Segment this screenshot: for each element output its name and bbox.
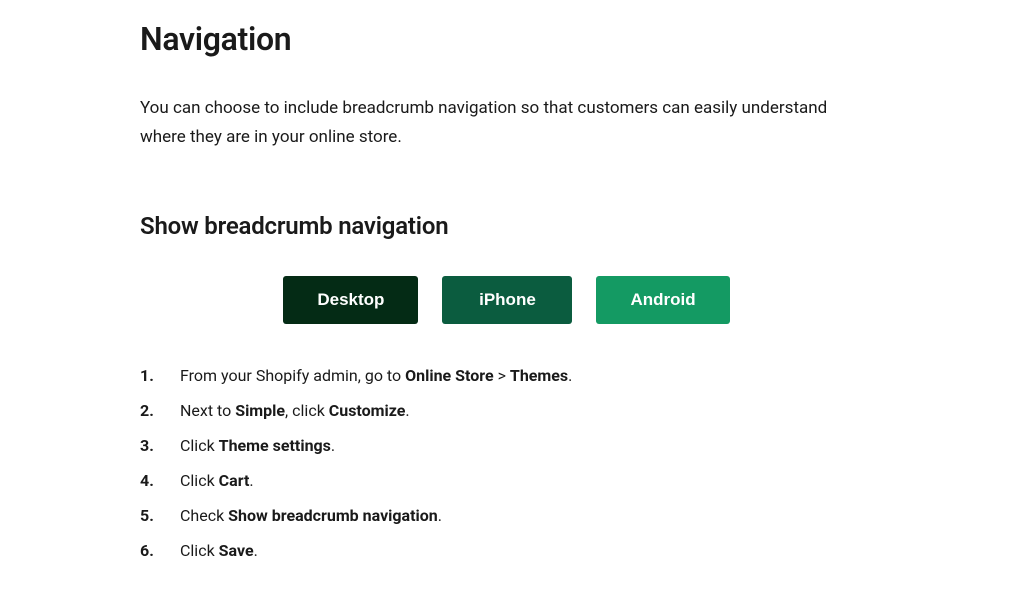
step-bold-text: Show breadcrumb navigation bbox=[228, 506, 438, 525]
step-bold-text: Cart bbox=[219, 471, 250, 490]
step-item: 3Click Theme settings. bbox=[140, 434, 873, 458]
section-title: Show breadcrumb navigation bbox=[140, 212, 873, 240]
tab-iphone[interactable]: iPhone bbox=[442, 276, 572, 324]
step-number: 5 bbox=[140, 504, 180, 528]
tab-desktop[interactable]: Desktop bbox=[283, 276, 418, 324]
step-text: Click Save. bbox=[180, 539, 873, 563]
page-title: Navigation bbox=[140, 20, 873, 58]
step-bold-text: Themes bbox=[510, 366, 568, 385]
tab-android[interactable]: Android bbox=[596, 276, 729, 324]
step-item: 2Next to Simple, click Customize. bbox=[140, 399, 873, 423]
step-item: 6Click Save. bbox=[140, 539, 873, 563]
step-bold-text: Simple bbox=[235, 401, 285, 420]
step-number: 6 bbox=[140, 539, 180, 563]
intro-text: You can choose to include breadcrumb nav… bbox=[140, 94, 873, 152]
steps-list: 1From your Shopify admin, go to Online S… bbox=[140, 364, 873, 563]
step-item: 4Click Cart. bbox=[140, 469, 873, 493]
step-text: Click Theme settings. bbox=[180, 434, 873, 458]
step-bold-text: Save bbox=[219, 541, 254, 560]
step-bold-text: Online Store bbox=[405, 366, 494, 385]
tabs-container: Desktop iPhone Android bbox=[140, 276, 873, 324]
step-text: Next to Simple, click Customize. bbox=[180, 399, 873, 423]
step-number: 2 bbox=[140, 399, 180, 423]
step-bold-text: Customize bbox=[329, 401, 406, 420]
step-text: Click Cart. bbox=[180, 469, 873, 493]
step-number: 1 bbox=[140, 364, 180, 388]
step-item: 5Check Show breadcrumb navigation. bbox=[140, 504, 873, 528]
step-bold-text: Theme settings bbox=[219, 436, 331, 455]
step-number: 4 bbox=[140, 469, 180, 493]
step-text: Check Show breadcrumb navigation. bbox=[180, 504, 873, 528]
step-item: 1From your Shopify admin, go to Online S… bbox=[140, 364, 873, 388]
step-text: From your Shopify admin, go to Online St… bbox=[180, 364, 873, 388]
step-number: 3 bbox=[140, 434, 180, 458]
